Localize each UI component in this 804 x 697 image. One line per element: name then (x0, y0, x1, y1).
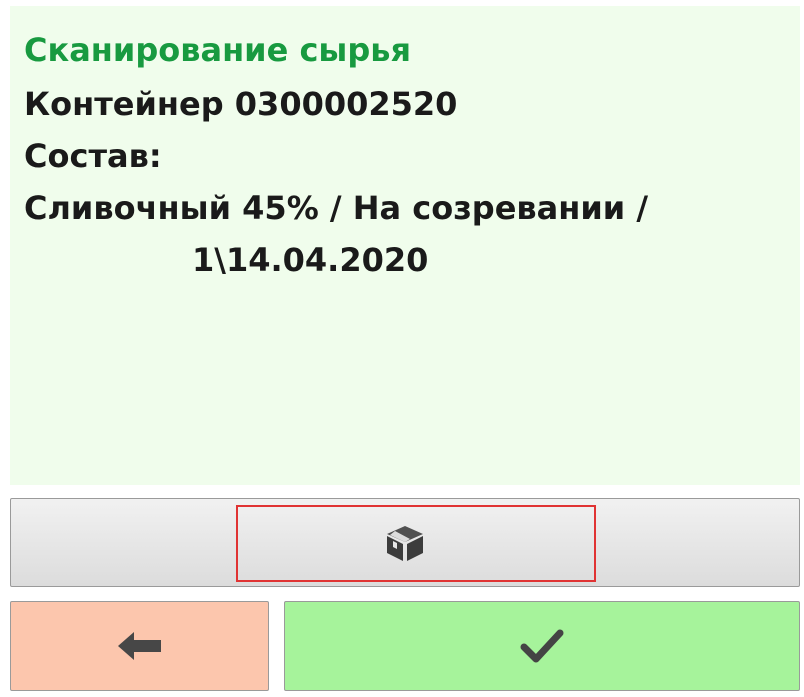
composition-label: Состав: (24, 137, 162, 175)
arrow-left-icon (116, 630, 164, 662)
composition-value: Сливочный 45% / На созревании / (24, 189, 649, 227)
container-number: Контейнер 0300002520 (24, 85, 458, 123)
box-button[interactable] (10, 498, 800, 587)
confirm-button[interactable] (284, 601, 800, 691)
screen-title: Сканирование сырья (24, 31, 412, 69)
box-icon (381, 523, 429, 563)
composition-date: 1\14.04.2020 (192, 241, 429, 279)
back-button[interactable] (10, 601, 269, 691)
checkmark-icon (520, 628, 564, 664)
info-panel: Сканирование сырья Контейнер 0300002520 … (10, 6, 800, 485)
